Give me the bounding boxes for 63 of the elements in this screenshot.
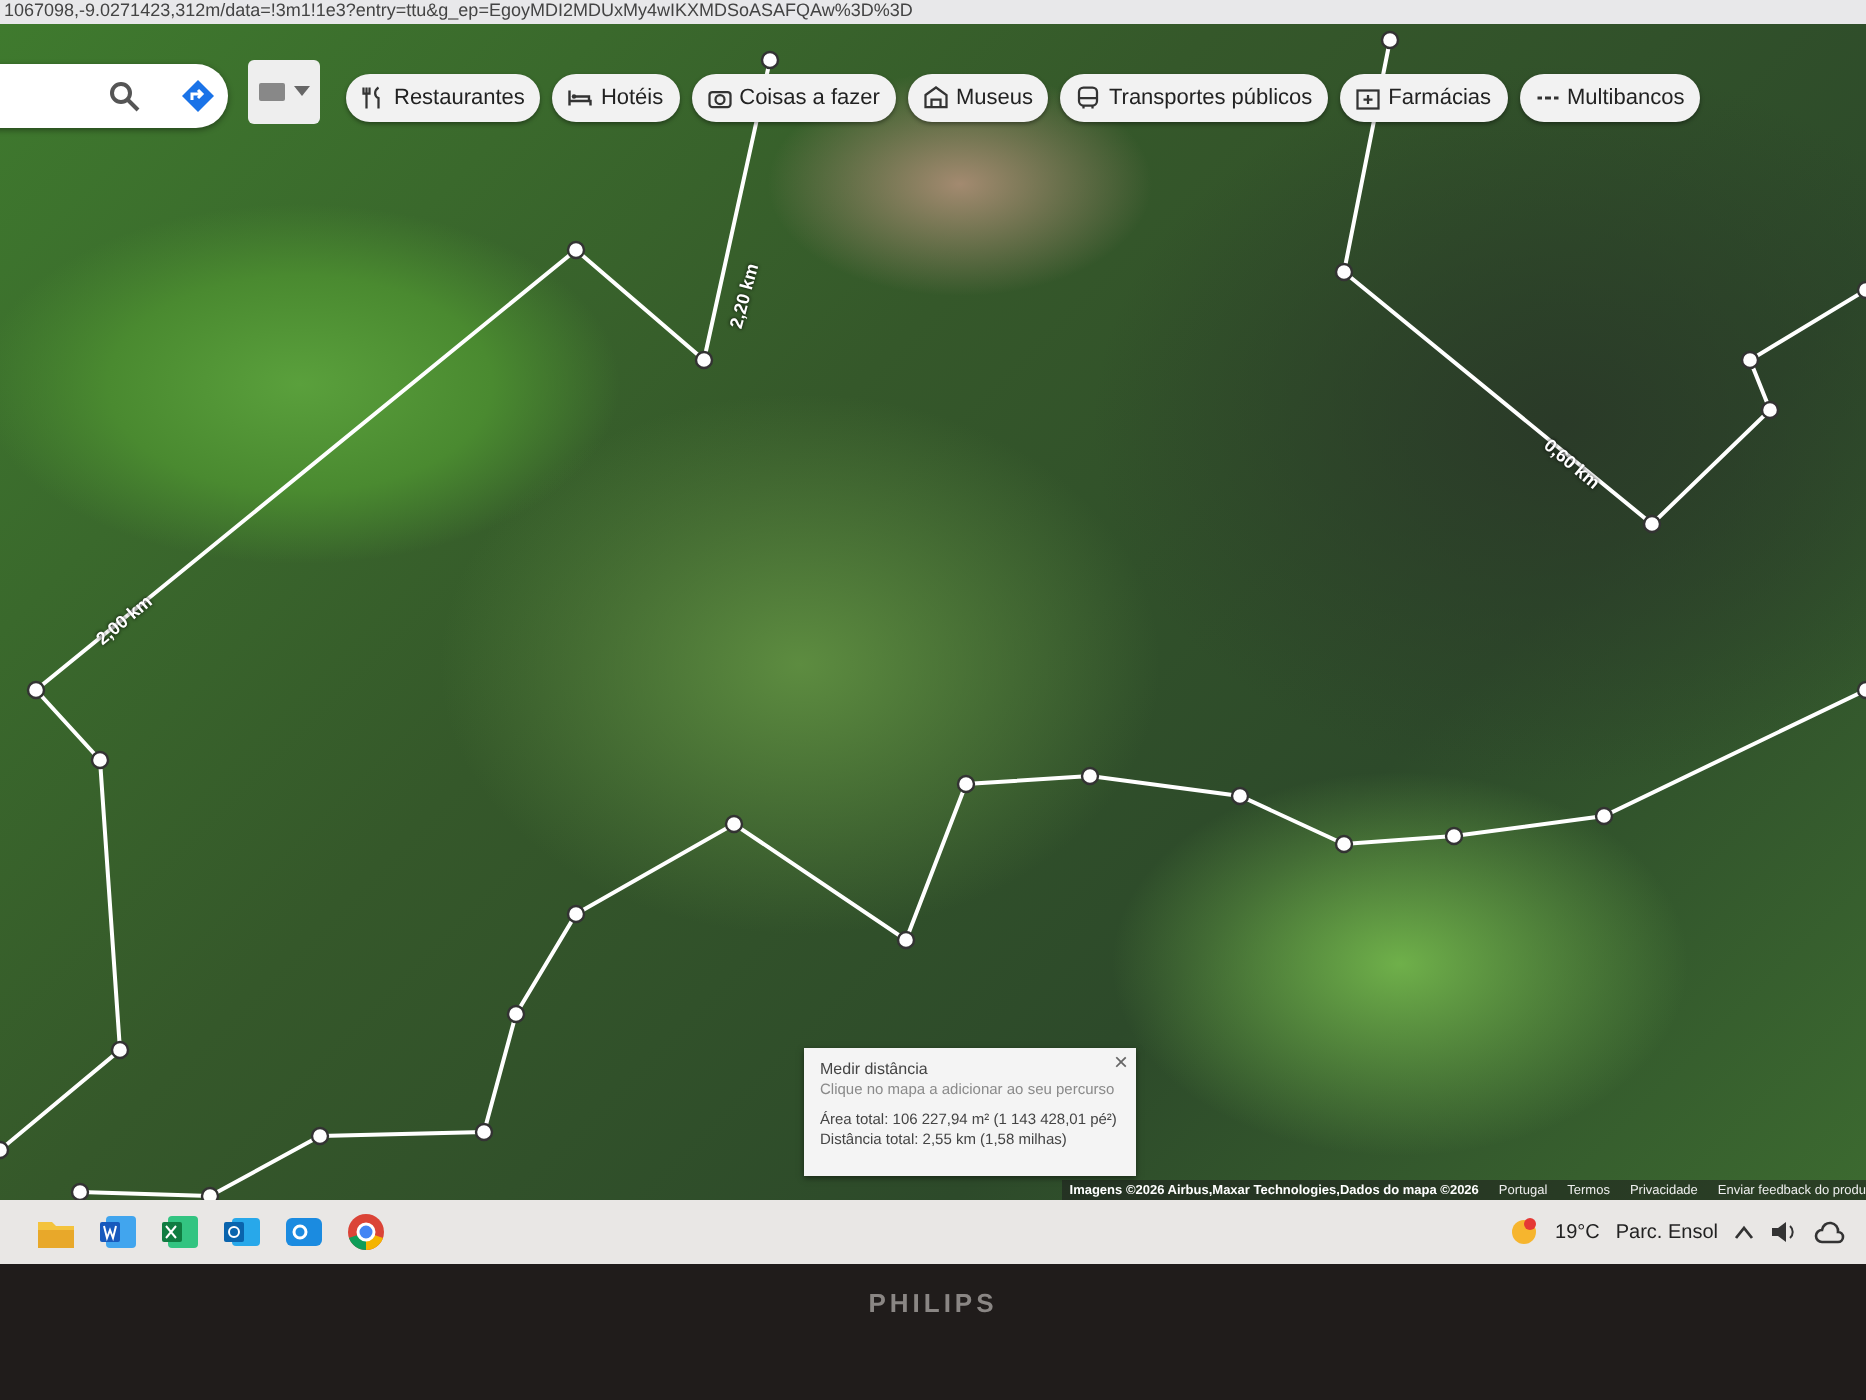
measurement-point[interactable] xyxy=(90,750,110,770)
measurement-point[interactable] xyxy=(1760,400,1780,420)
measurement-point[interactable] xyxy=(1080,766,1100,786)
chevron-up-icon xyxy=(1734,1224,1754,1240)
measurement-point[interactable] xyxy=(1230,786,1250,806)
spreadsheet-icon[interactable] xyxy=(160,1212,200,1252)
measurement-point[interactable] xyxy=(1642,514,1662,534)
measurement-point[interactable] xyxy=(566,904,586,924)
measurement-point[interactable] xyxy=(1380,30,1400,50)
measurement-point[interactable] xyxy=(760,50,780,70)
cross-icon xyxy=(1356,86,1381,110)
caret-icon xyxy=(294,86,310,98)
measurement-point[interactable] xyxy=(1856,280,1866,300)
measurement-point[interactable] xyxy=(1444,826,1464,846)
bus-icon xyxy=(1076,86,1101,110)
weather-text: Parc. Ensol xyxy=(1615,1221,1718,1243)
measurement-point[interactable] xyxy=(474,1122,494,1142)
category-chip[interactable]: Transportes públicos xyxy=(1060,74,1329,122)
category-chip[interactable]: Museus xyxy=(907,74,1049,122)
layer-button[interactable] xyxy=(248,60,320,124)
bed-icon xyxy=(568,86,593,110)
temperature-text: 19°C xyxy=(1555,1221,1600,1243)
cloud-icon xyxy=(1814,1220,1846,1244)
building-icon xyxy=(923,86,948,110)
directions-icon xyxy=(180,78,216,114)
measurement-point[interactable] xyxy=(724,814,744,834)
category-chip[interactable]: Farmácias xyxy=(1340,74,1508,122)
weather-icon xyxy=(1507,1216,1540,1248)
address-bar-url[interactable]: 1067098,-9.0271423,312m/data=!3m1!1e3?entry=ttu&g_ep=EgoyMDI2MDUxMy4wIKXMDSoASAFQAw%3D%3D xyxy=(0,0,1866,24)
search-icon xyxy=(108,80,140,112)
measurement-point[interactable] xyxy=(566,240,586,260)
measurement-point[interactable] xyxy=(70,1182,90,1200)
measurement-point[interactable] xyxy=(26,680,46,700)
measurement-point[interactable] xyxy=(1594,806,1614,826)
keyboard-icon xyxy=(258,82,286,102)
measurement-point[interactable] xyxy=(956,774,976,794)
measurement-point[interactable] xyxy=(0,1140,10,1160)
cutlery-icon xyxy=(362,86,386,110)
measurement-point[interactable] xyxy=(310,1126,330,1146)
measurement-point[interactable] xyxy=(694,350,714,370)
measurement-point[interactable] xyxy=(896,930,916,950)
browser-icon[interactable] xyxy=(346,1212,386,1252)
category-chip[interactable]: Restaurantes xyxy=(346,74,541,122)
category-chip[interactable]: Coisas a fazer xyxy=(691,74,896,122)
category-chip[interactable]: Multibancos xyxy=(1519,74,1701,122)
mail-icon[interactable] xyxy=(222,1212,262,1252)
distance-label: 2,20 km xyxy=(725,261,763,331)
speaker-icon xyxy=(1770,1220,1798,1244)
measurement-point[interactable] xyxy=(1856,680,1866,700)
search-field[interactable] xyxy=(0,64,228,128)
word-icon[interactable] xyxy=(98,1212,138,1252)
measurement-point[interactable] xyxy=(1740,350,1760,370)
camera-icon xyxy=(707,86,732,110)
measurement-point[interactable] xyxy=(506,1004,526,1024)
mail-icon[interactable] xyxy=(284,1212,324,1252)
measurement-point[interactable] xyxy=(200,1186,220,1200)
monitor-brand-text: PHILIPS xyxy=(868,1288,998,1320)
close-button[interactable]: × xyxy=(1109,1048,1132,1076)
measurement-point[interactable] xyxy=(1334,834,1354,854)
category-chip[interactable]: Hotéis xyxy=(552,74,680,122)
measurement-point[interactable] xyxy=(110,1040,130,1060)
measurement-point[interactable] xyxy=(1334,262,1354,282)
panel-title: Medir distância xyxy=(820,1060,928,1080)
